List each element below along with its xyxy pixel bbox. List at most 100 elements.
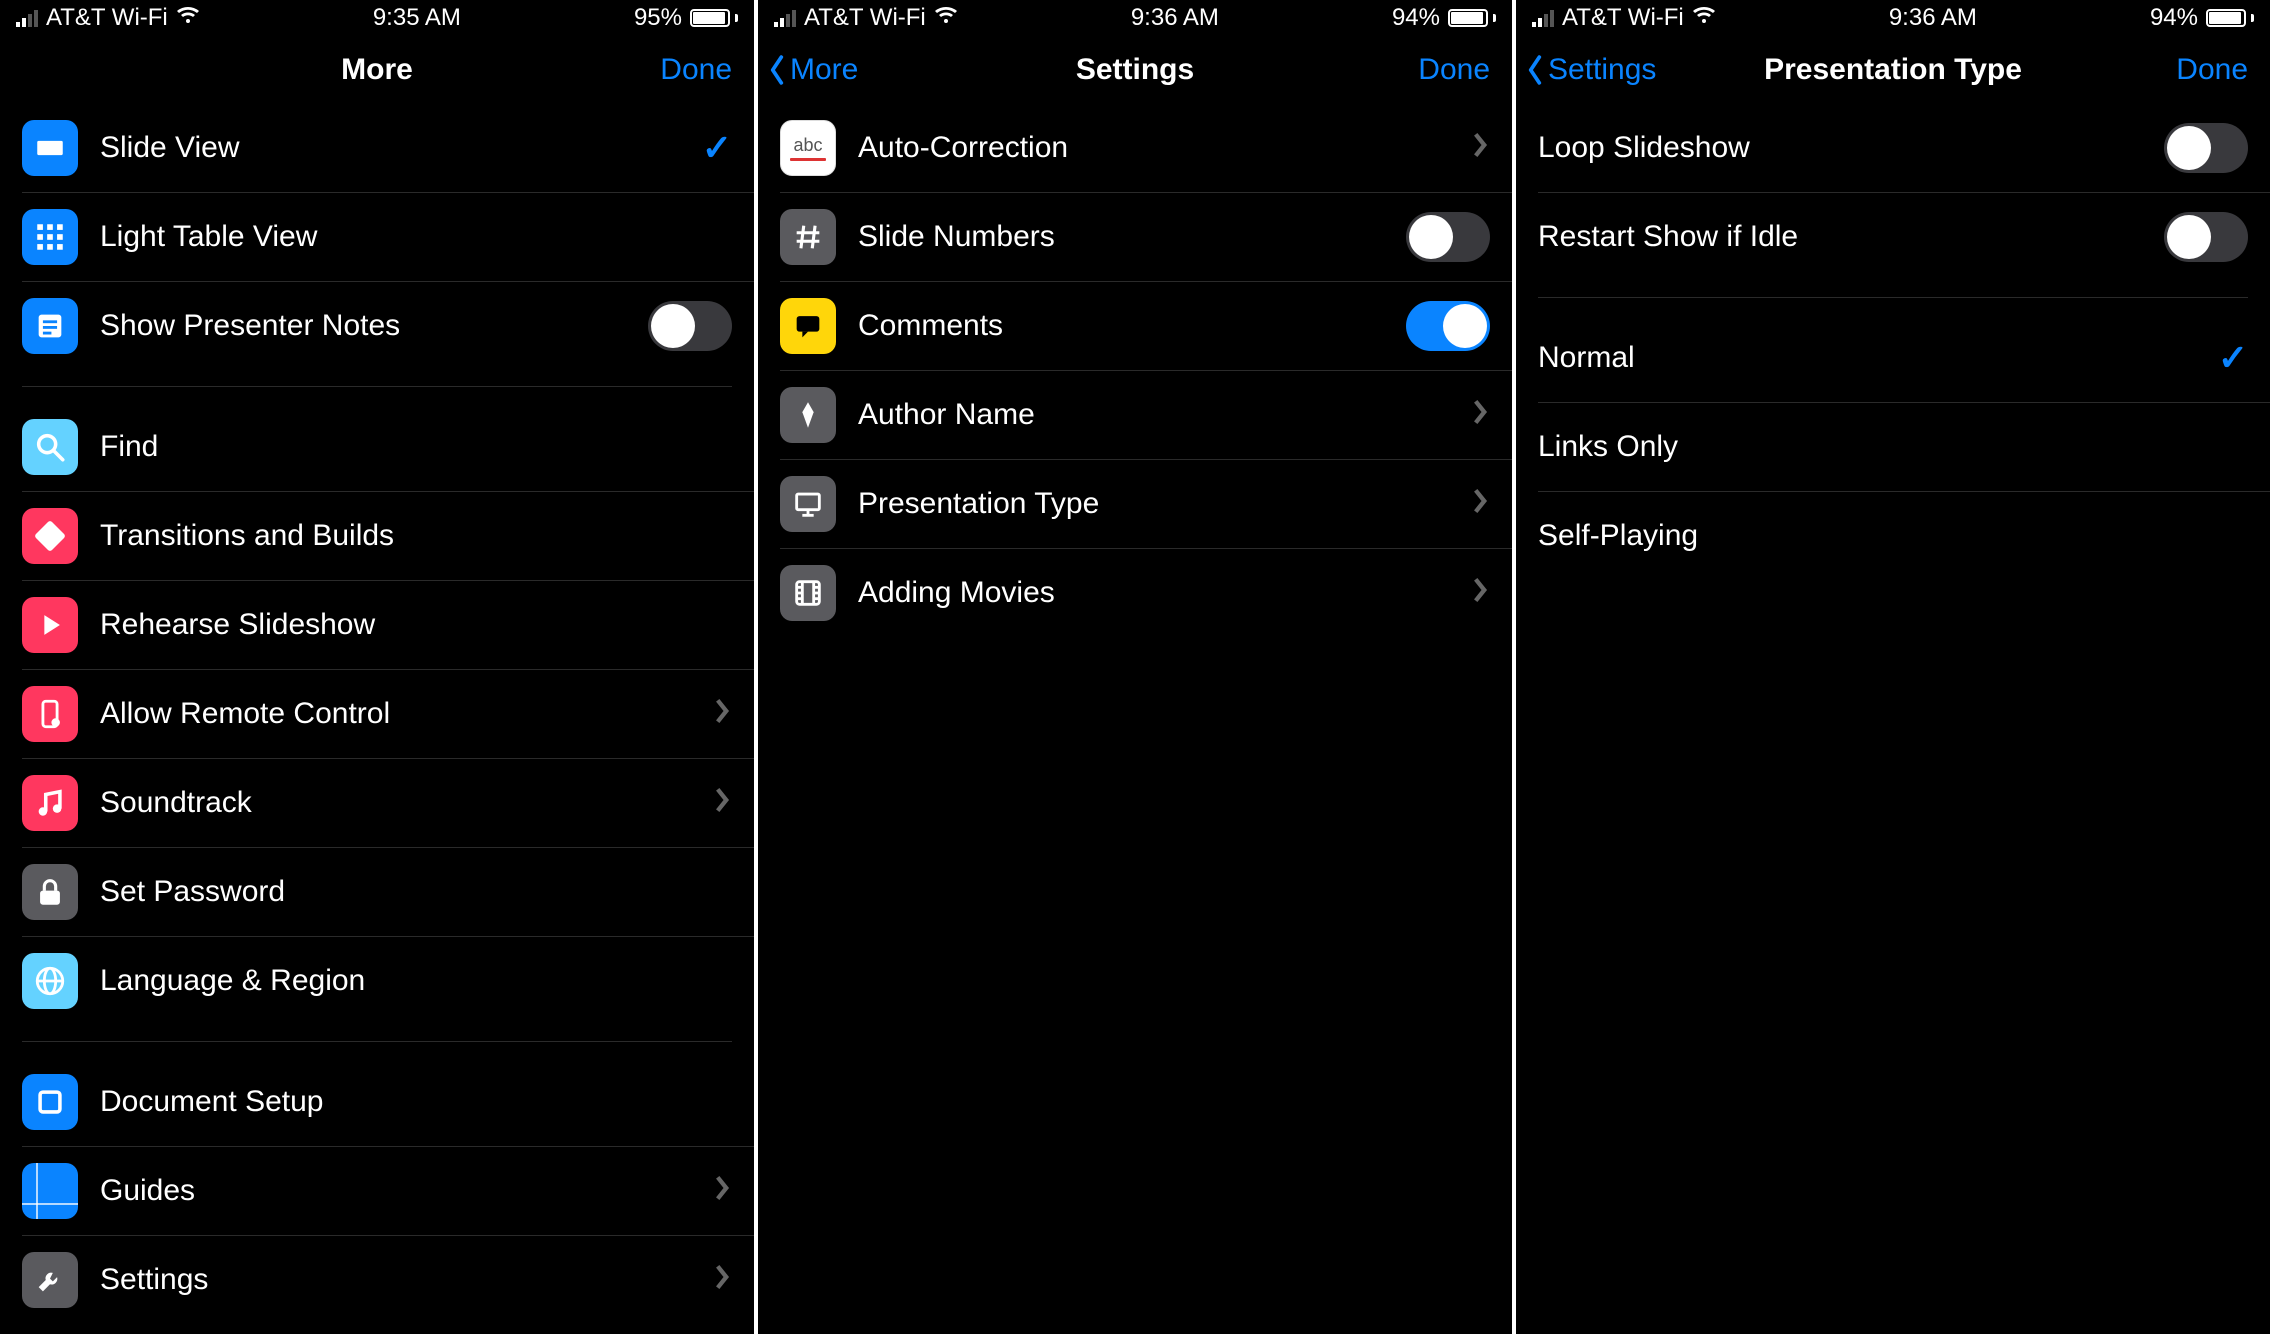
list: Loop Slideshow Restart Show if Idle Norm…: [1516, 104, 2270, 580]
chevron-right-icon: [1470, 397, 1490, 434]
signal-icon: [16, 9, 38, 27]
chevron-right-icon: [1470, 486, 1490, 523]
wrench-icon: [22, 1252, 78, 1308]
nav-title: More: [341, 53, 413, 87]
row-password[interactable]: Set Password: [0, 848, 754, 936]
transitions-icon: [22, 508, 78, 564]
row-label: Allow Remote Control: [100, 697, 690, 731]
carrier-label: AT&T Wi-Fi: [1562, 4, 1684, 32]
row-docsetup[interactable]: Document Setup: [0, 1058, 754, 1146]
panel-more: AT&T Wi-Fi 9:35 AM 95% More Done Slide V…: [0, 0, 754, 1334]
done-button[interactable]: Done: [1418, 36, 1490, 104]
carrier-label: AT&T Wi-Fi: [804, 4, 926, 32]
row-label: Show Presenter Notes: [100, 309, 626, 343]
row-transitions[interactable]: Transitions and Builds: [0, 492, 754, 580]
pen-icon: [780, 387, 836, 443]
doc-icon: [22, 1074, 78, 1130]
notes-icon: [22, 298, 78, 354]
nav-title: Settings: [1076, 53, 1194, 87]
comment-icon: [780, 298, 836, 354]
toggle-switch[interactable]: [2164, 123, 2248, 173]
toggle-switch[interactable]: [2164, 212, 2248, 262]
nav-title: Presentation Type: [1764, 53, 2022, 87]
row-label: Transitions and Builds: [100, 519, 732, 553]
toggle-switch[interactable]: [1406, 301, 1490, 351]
row-slide-view[interactable]: Slide View ✓: [0, 104, 754, 192]
search-icon: [22, 419, 78, 475]
presentation-icon: [780, 476, 836, 532]
row-label: Settings: [100, 1263, 690, 1297]
back-button[interactable]: More: [766, 36, 858, 104]
nav-bar: More Done: [0, 36, 754, 104]
list: Slide View ✓ Light Table View Show Prese…: [0, 104, 754, 1324]
row-language[interactable]: Language & Region: [0, 937, 754, 1025]
row-rehearse[interactable]: Rehearse Slideshow: [0, 581, 754, 669]
row-selfplaying[interactable]: Self-Playing: [1516, 492, 2270, 580]
nav-bar: Settings Presentation Type Done: [1516, 36, 2270, 104]
chevron-right-icon: [712, 696, 732, 733]
row-restart[interactable]: Restart Show if Idle: [1516, 193, 2270, 281]
row-label: Set Password: [100, 875, 732, 909]
chevron-right-icon: [712, 785, 732, 822]
status-bar: AT&T Wi-Fi 9:36 AM 94%: [758, 0, 1512, 36]
abc-icon: abc: [780, 120, 836, 176]
row-label: Language & Region: [100, 964, 732, 998]
checkmark-icon: ✓: [2218, 337, 2248, 379]
battery-text: 94%: [1392, 4, 1440, 32]
toggle-switch[interactable]: [1406, 212, 1490, 262]
row-label: Adding Movies: [858, 576, 1448, 610]
group-separator: [22, 386, 732, 387]
back-label: More: [790, 53, 858, 87]
row-label: Soundtrack: [100, 786, 690, 820]
row-label: Rehearse Slideshow: [100, 608, 732, 642]
row-remote[interactable]: Allow Remote Control: [0, 670, 754, 758]
row-slidenumbers[interactable]: Slide Numbers: [758, 193, 1512, 281]
group-separator: [1538, 297, 2248, 298]
row-movies[interactable]: Adding Movies: [758, 549, 1512, 637]
row-label: Presentation Type: [858, 487, 1448, 521]
wifi-icon: [934, 3, 958, 34]
battery-icon: [2206, 9, 2254, 27]
chevron-right-icon: [1470, 575, 1490, 612]
row-linksonly[interactable]: Links Only: [1516, 403, 2270, 491]
signal-icon: [774, 9, 796, 27]
toggle-switch[interactable]: [648, 301, 732, 351]
row-label: Loop Slideshow: [1538, 131, 2142, 165]
list: abc Auto-Correction Slide Numbers Commen…: [758, 104, 1512, 637]
grid-icon: [22, 209, 78, 265]
back-button[interactable]: Settings: [1524, 36, 1656, 104]
status-bar: AT&T Wi-Fi 9:36 AM 94%: [1516, 0, 2270, 36]
battery-icon: [690, 9, 738, 27]
row-label: Links Only: [1538, 430, 2248, 464]
done-button[interactable]: Done: [660, 36, 732, 104]
group-separator: [22, 1041, 732, 1042]
film-icon: [780, 565, 836, 621]
battery-text: 95%: [634, 4, 682, 32]
row-label: Normal: [1538, 341, 2196, 375]
lock-icon: [22, 864, 78, 920]
row-label: Slide Numbers: [858, 220, 1384, 254]
chevron-right-icon: [712, 1173, 732, 1210]
row-label: Document Setup: [100, 1085, 732, 1119]
slide-view-icon: [22, 120, 78, 176]
clock: 9:36 AM: [1889, 4, 1977, 32]
clock: 9:36 AM: [1131, 4, 1219, 32]
row-find[interactable]: Find: [0, 403, 754, 491]
carrier-label: AT&T Wi-Fi: [46, 4, 168, 32]
chevron-right-icon: [712, 1262, 732, 1299]
row-settings[interactable]: Settings: [0, 1236, 754, 1324]
row-light-table-view[interactable]: Light Table View: [0, 193, 754, 281]
row-author[interactable]: Author Name: [758, 371, 1512, 459]
row-loop[interactable]: Loop Slideshow: [1516, 104, 2270, 192]
done-button[interactable]: Done: [2176, 36, 2248, 104]
row-autocorrect[interactable]: abc Auto-Correction: [758, 104, 1512, 192]
row-show-presenter-notes[interactable]: Show Presenter Notes: [0, 282, 754, 370]
row-label: Comments: [858, 309, 1384, 343]
row-normal[interactable]: Normal ✓: [1516, 314, 2270, 402]
nav-bar: More Settings Done: [758, 36, 1512, 104]
panel-presentation-type: AT&T Wi-Fi 9:36 AM 94% Settings Presenta…: [1516, 0, 2270, 1334]
row-guides[interactable]: Guides: [0, 1147, 754, 1235]
row-ptype[interactable]: Presentation Type: [758, 460, 1512, 548]
row-comments[interactable]: Comments: [758, 282, 1512, 370]
row-soundtrack[interactable]: Soundtrack: [0, 759, 754, 847]
